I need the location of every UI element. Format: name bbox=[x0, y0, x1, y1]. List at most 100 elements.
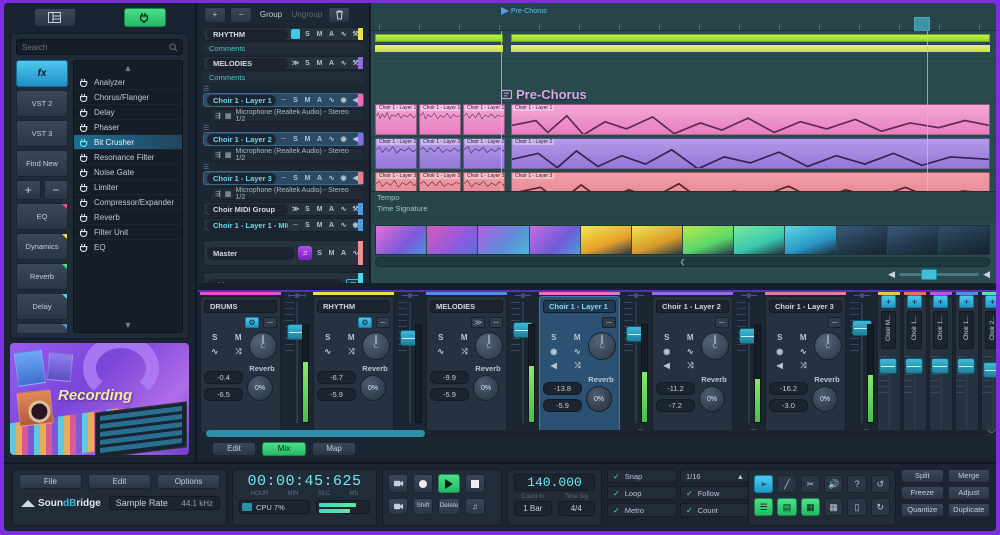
channel-name[interactable]: Choir 1 - Layer 3 bbox=[769, 300, 842, 313]
track-row-choir-layer-1[interactable]: Choir 1 - Layer 1 ─ S M A ∿ ◉ ◀ bbox=[203, 93, 364, 107]
record-icon[interactable]: ◉ bbox=[656, 346, 678, 357]
shift-button[interactable]: Shift bbox=[413, 498, 433, 515]
stereo-link-icon[interactable]: ◡◠ bbox=[988, 425, 996, 434]
plug-icon[interactable] bbox=[124, 8, 166, 27]
pan-knob[interactable]: C bbox=[249, 332, 277, 360]
narrow-fader[interactable] bbox=[928, 352, 954, 435]
automation-icon[interactable]: ∿ bbox=[680, 346, 702, 357]
pencil-tool-icon[interactable]: ╱ bbox=[777, 475, 796, 493]
channel-name[interactable]: RHYTHM bbox=[317, 300, 390, 313]
swap-icon[interactable]: ⤨ bbox=[567, 360, 589, 371]
mute-button[interactable]: M bbox=[303, 134, 312, 144]
mixer-scrollbar[interactable] bbox=[206, 430, 988, 437]
fader-drums[interactable] bbox=[283, 292, 311, 437]
sample-rate-field[interactable]: Sample Rate 44.1 kHz bbox=[109, 496, 220, 510]
solo-button[interactable]: S bbox=[656, 332, 678, 343]
category-delay[interactable]: Delay bbox=[16, 293, 68, 320]
mixer-channel-drums[interactable]: DRUMS ⚙─ SM ∿⤨ C -0.4 -6.5 bbox=[198, 292, 283, 437]
track-name[interactable]: Choir 1 - Layer 2 bbox=[207, 134, 276, 145]
mute-button[interactable]: M bbox=[680, 332, 702, 343]
split-button[interactable]: Split bbox=[901, 469, 944, 483]
track-input-row[interactable]: ⇶ ▦ Microphone (Realtek Audio) - Stereo … bbox=[210, 187, 364, 200]
track-input-row[interactable]: ⇶ ▦ Microphone (Realtek Audio) - Stereo … bbox=[210, 109, 364, 122]
lane-choir-layer-2[interactable]: Choir 1 - Layer 2 Choir 1 - Layer 2 Choi… bbox=[371, 137, 996, 171]
send-button[interactable]: ─ bbox=[828, 317, 842, 328]
mute-button[interactable]: M bbox=[341, 332, 363, 343]
input-routing-icon[interactable]: ⇶ bbox=[215, 151, 221, 159]
add-channel-button[interactable]: + bbox=[985, 295, 996, 308]
automation-lane-tempo[interactable]: Tempo bbox=[371, 192, 996, 203]
channel-name-vertical[interactable]: Choir 1... bbox=[959, 311, 974, 349]
input-routing-icon[interactable]: ⇶ bbox=[215, 112, 221, 120]
quantize-button[interactable]: Quantize bbox=[901, 503, 944, 517]
resize-icon[interactable]: ─ bbox=[291, 220, 300, 230]
speaker-tool-icon[interactable]: 🔊 bbox=[824, 475, 843, 493]
clip[interactable]: Choir 1 - Layer 3 bbox=[511, 172, 990, 191]
mute-button[interactable]: M bbox=[315, 204, 324, 214]
mute-button[interactable]: M bbox=[303, 95, 312, 105]
table-view-icon[interactable]: ▤ bbox=[777, 498, 796, 516]
send-value[interactable]: -7.2 bbox=[656, 399, 695, 412]
merge-button[interactable]: Merge bbox=[948, 469, 991, 483]
arm-button[interactable]: A bbox=[315, 134, 324, 144]
mute-button[interactable]: M bbox=[327, 248, 336, 258]
monitor-icon[interactable]: ◀ bbox=[656, 360, 678, 371]
record-in-button[interactable] bbox=[388, 474, 408, 493]
mute-button[interactable]: M bbox=[315, 58, 324, 68]
narrow-fader[interactable] bbox=[954, 352, 980, 435]
send-button[interactable]: ─ bbox=[602, 317, 616, 328]
fader-melodies[interactable] bbox=[509, 292, 537, 437]
solo-button[interactable]: S bbox=[430, 332, 452, 343]
arm-button[interactable]: A bbox=[327, 58, 336, 68]
pan-knob[interactable]: C bbox=[701, 332, 729, 360]
channel-name[interactable]: DRUMS bbox=[204, 300, 277, 313]
monitor-icon[interactable]: ◀ bbox=[769, 360, 791, 371]
clip[interactable]: Choir 1 - Layer 1 bbox=[511, 104, 990, 135]
add-category-button[interactable]: + bbox=[16, 180, 41, 200]
add-channel-button[interactable]: + bbox=[907, 295, 922, 308]
pan-slider[interactable] bbox=[627, 292, 645, 299]
arrange-view[interactable]: Pre-Chorus Choir 1 - Layer 1 bbox=[371, 3, 996, 283]
collapse-icon[interactable]: ≫ bbox=[291, 58, 300, 68]
clip[interactable]: Choir 1 - Layer 1 bbox=[419, 104, 461, 135]
swing-button[interactable]: ♫ bbox=[465, 498, 485, 515]
gain-value[interactable]: -16.2 bbox=[769, 382, 808, 395]
add-channel-button[interactable]: + bbox=[881, 295, 896, 308]
narrow-fader[interactable] bbox=[876, 352, 902, 435]
track-row-choir-layer-1-midi[interactable]: Choir 1 - Layer 1 - MIDI ─ S M A ∿ ◉ bbox=[203, 218, 364, 232]
playhead[interactable] bbox=[501, 31, 502, 191]
list-view-icon[interactable]: ☰ bbox=[754, 498, 773, 516]
automation-icon[interactable]: ∿ bbox=[204, 346, 226, 357]
tab-mix[interactable]: Mix bbox=[262, 442, 306, 456]
clip[interactable]: Choir 1 - Layer 1 bbox=[463, 104, 505, 135]
clip[interactable]: Choir 1 - Layer 2 bbox=[511, 138, 990, 169]
marker-pre-chorus[interactable]: Pre-Chorus bbox=[501, 7, 547, 15]
pan-knob[interactable]: C bbox=[588, 332, 616, 360]
solo-button[interactable]: S bbox=[291, 95, 300, 105]
track-name[interactable]: MELODIES bbox=[207, 58, 288, 69]
track-row-choir-midi-group[interactable]: Choir MIDI Group ≫ S M A ∿ ⚒ bbox=[203, 202, 364, 216]
grid-icon[interactable]: ▦ bbox=[225, 190, 232, 198]
track-row-choir-layer-3[interactable]: Choir 1 - Layer 3 ─ S M A ∿ ◉ ◀ bbox=[203, 171, 364, 185]
list-item-selected[interactable]: Bit Crusher bbox=[74, 135, 182, 150]
swap-icon[interactable]: ⤨ bbox=[793, 360, 815, 371]
record-icon[interactable]: ◉ bbox=[769, 346, 791, 357]
send-button[interactable]: ─ bbox=[263, 317, 277, 328]
loop-toggle[interactable]: ✓Loop bbox=[607, 486, 677, 500]
collapse-icon[interactable]: ≫ bbox=[291, 204, 300, 214]
list-item[interactable]: Reverb bbox=[74, 210, 182, 225]
loop-region-handle[interactable] bbox=[914, 17, 930, 31]
fader-choir-layer-3[interactable]: ◡◠ bbox=[848, 292, 876, 437]
reverb-knob[interactable]: 0% bbox=[247, 375, 273, 401]
narrow-fader[interactable] bbox=[902, 352, 928, 435]
record-icon[interactable]: ◉ bbox=[339, 134, 348, 144]
fader-handle[interactable] bbox=[905, 358, 923, 374]
trash-icon[interactable] bbox=[328, 7, 350, 23]
fader-handle[interactable] bbox=[983, 362, 996, 378]
list-item[interactable]: Resonance Filter bbox=[74, 150, 182, 165]
mixer-narrow-channel-1[interactable]: + Choir M... bbox=[876, 292, 902, 437]
tab-map[interactable]: Map bbox=[312, 442, 356, 456]
track-name[interactable]: Choir 1 - Layer 1 bbox=[207, 95, 276, 106]
mixer-channel-choir-layer-3[interactable]: Choir 1 - Layer 3 ─ SM ◉∿ ◀⤨ C -16.2 bbox=[763, 292, 848, 437]
adjust-button[interactable]: Adjust bbox=[948, 486, 991, 500]
